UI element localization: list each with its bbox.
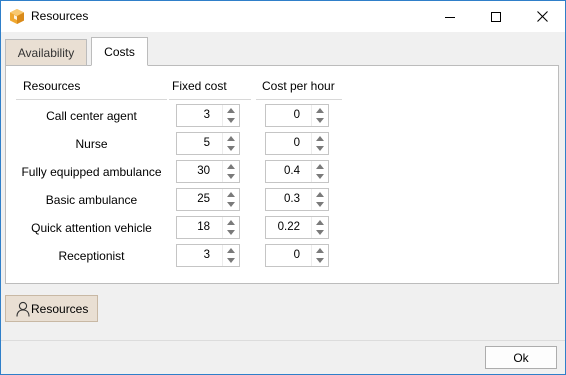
decrement-arrow-icon[interactable] <box>227 118 235 123</box>
resource-name-label: Fully equipped ambulance <box>21 165 162 179</box>
decrement-arrow-icon[interactable] <box>227 146 235 151</box>
minimize-icon <box>445 16 455 18</box>
fixed-cost-stepper[interactable]: 3 <box>176 244 240 267</box>
decrement-arrow-icon[interactable] <box>227 258 235 263</box>
stepper-arrows[interactable] <box>222 245 239 266</box>
resource-name-label: Receptionist <box>58 249 125 263</box>
stepper-arrows[interactable] <box>222 105 239 126</box>
cost-per-hour-stepper[interactable]: 0.3 <box>265 188 329 211</box>
stepper-arrows[interactable] <box>311 161 328 182</box>
fixed-cost-value[interactable]: 25 <box>177 189 224 210</box>
header-resources: Resources <box>23 79 81 93</box>
resource-name-label: Basic ambulance <box>45 193 138 207</box>
cost-per-hour-stepper[interactable]: 0 <box>265 104 329 127</box>
resources-button[interactable]: Resources <box>5 295 98 322</box>
cost-per-hour-value[interactable]: 0.22 <box>266 217 313 238</box>
window-title: Resources <box>31 9 89 23</box>
decrement-arrow-icon[interactable] <box>316 174 324 179</box>
tab-availability[interactable]: Availability <box>5 39 87 66</box>
decrement-arrow-icon[interactable] <box>316 258 324 263</box>
title-bar[interactable]: Resources <box>1 1 565 32</box>
increment-arrow-icon[interactable] <box>316 108 324 113</box>
increment-arrow-icon[interactable] <box>316 192 324 197</box>
fixed-cost-value[interactable]: 3 <box>177 245 224 266</box>
header-divider <box>169 99 251 100</box>
fixed-cost-value[interactable]: 30 <box>177 161 224 182</box>
cost-per-hour-stepper[interactable]: 0.22 <box>265 216 329 239</box>
decrement-arrow-icon[interactable] <box>316 118 324 123</box>
cost-per-hour-value[interactable]: 0.4 <box>266 161 313 182</box>
ok-button[interactable]: Ok <box>485 346 557 369</box>
cost-per-hour-value[interactable]: 0 <box>266 105 313 126</box>
stepper-arrows[interactable] <box>311 133 328 154</box>
fixed-cost-value[interactable]: 18 <box>177 217 224 238</box>
maximize-button[interactable] <box>473 1 519 32</box>
orange-cube-icon <box>10 9 24 24</box>
cost-per-hour-value[interactable]: 0 <box>266 245 313 266</box>
fixed-cost-value[interactable]: 5 <box>177 133 224 154</box>
cost-per-hour-stepper[interactable]: 0 <box>265 132 329 155</box>
increment-arrow-icon[interactable] <box>316 248 324 253</box>
header-divider <box>16 99 167 100</box>
stepper-arrows[interactable] <box>311 105 328 126</box>
cost-per-hour-stepper[interactable]: 0.4 <box>265 160 329 183</box>
decrement-arrow-icon[interactable] <box>227 202 235 207</box>
costs-panel: Resources Fixed cost Cost per hour Call … <box>5 65 559 284</box>
stepper-arrows[interactable] <box>222 161 239 182</box>
stepper-arrows[interactable] <box>311 189 328 210</box>
increment-arrow-icon[interactable] <box>316 136 324 141</box>
resource-name-label: Quick attention vehicle <box>31 221 152 235</box>
cost-per-hour-stepper[interactable]: 0 <box>265 244 329 267</box>
increment-arrow-icon[interactable] <box>227 192 235 197</box>
increment-arrow-icon[interactable] <box>227 136 235 141</box>
stepper-arrows[interactable] <box>311 245 328 266</box>
close-icon <box>536 11 548 22</box>
fixed-cost-stepper[interactable]: 5 <box>176 132 240 155</box>
tab-costs[interactable]: Costs <box>91 37 148 66</box>
person-icon <box>16 301 30 317</box>
decrement-arrow-icon[interactable] <box>316 202 324 207</box>
increment-arrow-icon[interactable] <box>316 164 324 169</box>
header-cost-per-hour: Cost per hour <box>262 79 335 93</box>
maximize-icon <box>491 11 501 22</box>
increment-arrow-icon[interactable] <box>227 108 235 113</box>
stepper-arrows[interactable] <box>222 217 239 238</box>
resources-button-label: Resources <box>31 301 89 316</box>
cost-per-hour-value[interactable]: 0 <box>266 133 313 154</box>
stepper-arrows[interactable] <box>311 217 328 238</box>
increment-arrow-icon[interactable] <box>316 220 324 225</box>
header-fixed-cost: Fixed cost <box>172 79 227 93</box>
increment-arrow-icon[interactable] <box>227 248 235 253</box>
decrement-arrow-icon[interactable] <box>316 230 324 235</box>
stepper-arrows[interactable] <box>222 133 239 154</box>
cost-per-hour-value[interactable]: 0.3 <box>266 189 313 210</box>
close-button[interactable] <box>519 1 565 32</box>
decrement-arrow-icon[interactable] <box>316 146 324 151</box>
fixed-cost-stepper[interactable]: 30 <box>176 160 240 183</box>
resources-dialog: Resources Availability Costs Resources F… <box>0 0 566 375</box>
dialog-footer: Ok <box>1 340 565 374</box>
fixed-cost-value[interactable]: 3 <box>177 105 224 126</box>
resource-name-label: Call center agent <box>46 109 137 123</box>
stepper-arrows[interactable] <box>222 189 239 210</box>
fixed-cost-stepper[interactable]: 25 <box>176 188 240 211</box>
fixed-cost-stepper[interactable]: 18 <box>176 216 240 239</box>
minimize-button[interactable] <box>427 1 473 32</box>
resource-name-label: Nurse <box>75 137 108 151</box>
increment-arrow-icon[interactable] <box>227 164 235 169</box>
decrement-arrow-icon[interactable] <box>227 230 235 235</box>
header-divider <box>256 99 342 100</box>
increment-arrow-icon[interactable] <box>227 220 235 225</box>
fixed-cost-stepper[interactable]: 3 <box>176 104 240 127</box>
decrement-arrow-icon[interactable] <box>227 174 235 179</box>
